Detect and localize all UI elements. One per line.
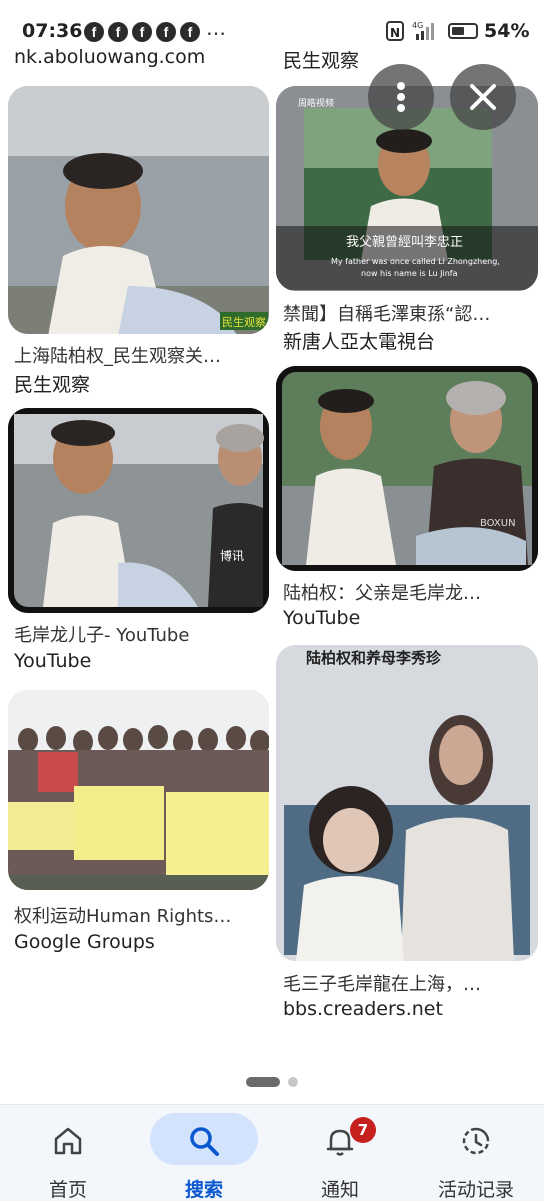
- more-options-button[interactable]: [368, 64, 434, 130]
- thumbnail-watermark: 民生观察: [222, 315, 266, 329]
- result-source[interactable]: 民生观察: [14, 370, 90, 397]
- result-thumbnail-5[interactable]: [8, 690, 269, 890]
- nav-home[interactable]: 首页: [0, 1105, 136, 1201]
- result-title[interactable]: 上海陆柏权_民生观察关…: [14, 342, 264, 368]
- thumbnail-corner-text: 周皓视频: [298, 97, 334, 109]
- thumbnail-caption: 陆柏权和养母李秀珍: [306, 649, 442, 667]
- result-thumbnail-3[interactable]: 博讯: [8, 408, 269, 613]
- thumbnail-subtitle-en-2: now his name is Lu Jinfa: [361, 269, 458, 278]
- nav-search[interactable]: 搜索: [136, 1105, 272, 1201]
- bottom-navigation: 首页 搜索 7 通知 活动记录: [0, 1104, 544, 1201]
- home-icon: [54, 1127, 82, 1155]
- result-source[interactable]: YouTube: [14, 650, 91, 672]
- result-title[interactable]: 禁聞】自稱毛澤東孫“認…: [283, 300, 533, 326]
- top-caption-left: nk.aboluowang.com: [14, 46, 206, 68]
- close-button[interactable]: [450, 64, 516, 130]
- close-icon: [470, 84, 496, 110]
- history-icon: [462, 1127, 490, 1155]
- result-source[interactable]: 新唐人亞太電視台: [283, 327, 435, 354]
- result-title[interactable]: 陆柏权：父亲是毛岸龙…: [283, 579, 533, 605]
- thumbnail-subtitle-en: My father was once called Li Zhongzheng,: [331, 257, 500, 266]
- result-thumbnail-1[interactable]: 民生观察: [8, 86, 269, 334]
- nav-home-label: 首页: [48, 1179, 87, 1201]
- thumbnail-watermark: BOXUN: [480, 518, 516, 529]
- nav-activity[interactable]: 活动记录: [408, 1105, 544, 1201]
- more-vert-icon: [397, 82, 405, 112]
- notification-badge: 7: [350, 1117, 376, 1143]
- result-title[interactable]: 毛三子毛岸龍在上海，…: [283, 970, 533, 996]
- search-icon: [190, 1127, 219, 1156]
- nav-activity-label: 活动记录: [437, 1179, 514, 1201]
- top-caption-right: 民生观察: [283, 50, 360, 72]
- nav-notifications-label: 通知: [320, 1179, 359, 1201]
- page-dot-active: [246, 1077, 280, 1087]
- result-thumbnail-4[interactable]: BOXUN: [276, 366, 538, 571]
- result-title[interactable]: 毛岸龙儿子- YouTube: [14, 621, 264, 647]
- result-source[interactable]: Google Groups: [14, 931, 155, 953]
- result-source[interactable]: YouTube: [283, 607, 360, 629]
- page-dot: [288, 1077, 298, 1087]
- result-thumbnail-6[interactable]: 陆柏权和养母李秀珍: [276, 645, 538, 961]
- result-source[interactable]: bbs.creaders.net: [283, 998, 443, 1020]
- image-results-grid: nk.aboluowang.com 民生观察 民生观察 上海陆柏权_民生观察关……: [0, 0, 544, 1110]
- nav-search-label: 搜索: [184, 1179, 223, 1201]
- result-title[interactable]: 权利运动Human Rights…: [14, 902, 264, 928]
- thumbnail-subtitle-zh: 我父親曾經叫李忠正: [346, 235, 463, 250]
- thumbnail-watermark: 博讯: [220, 548, 244, 563]
- nav-notifications[interactable]: 7 通知: [272, 1105, 408, 1201]
